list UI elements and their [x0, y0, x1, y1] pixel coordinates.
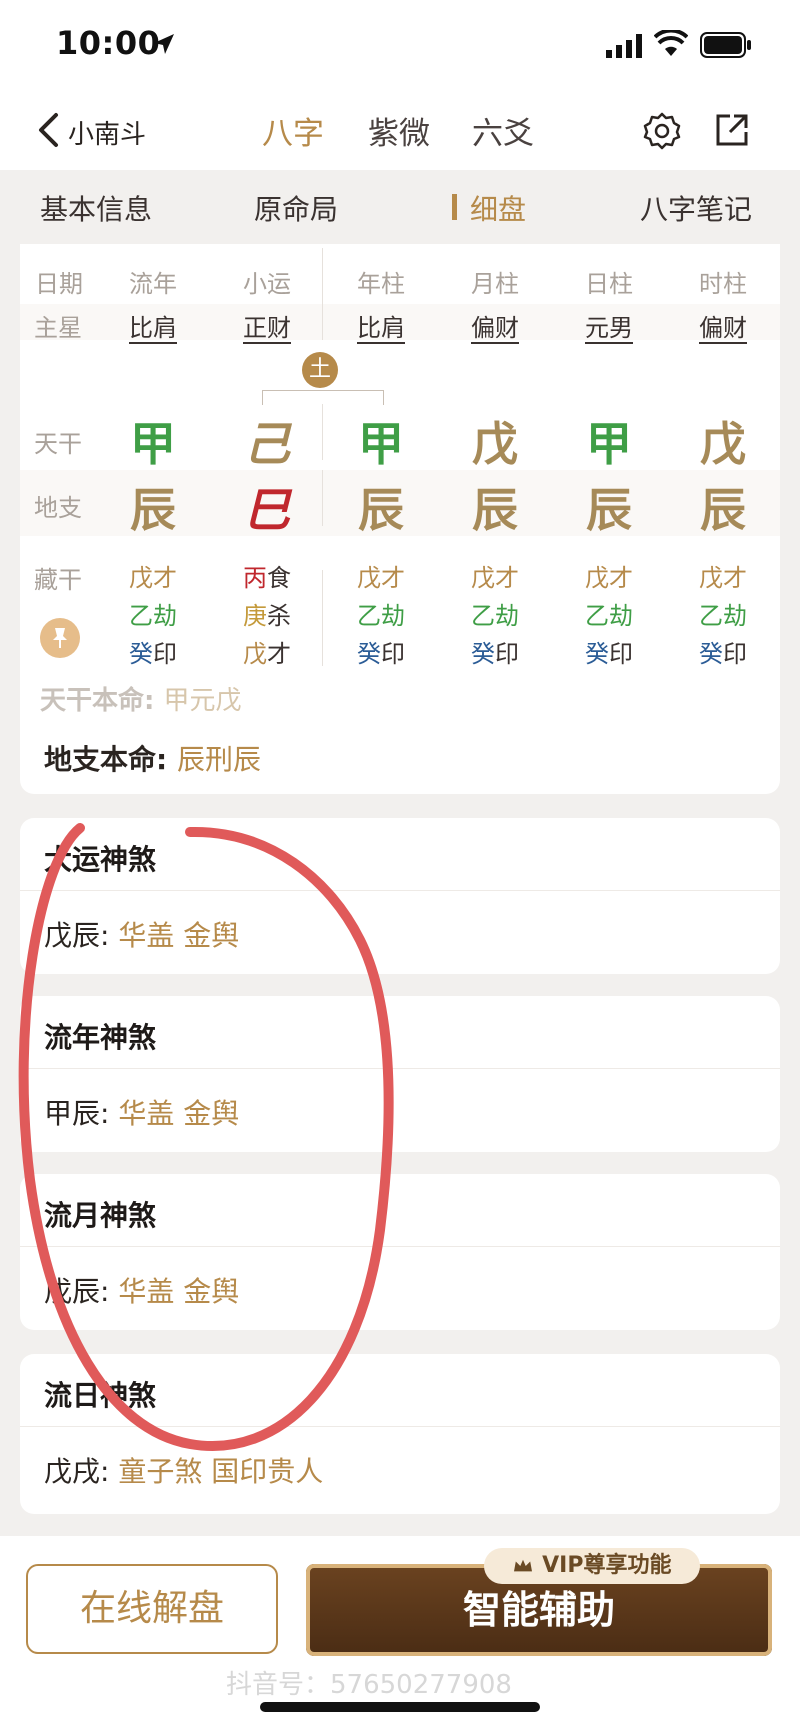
column-divider: [322, 404, 323, 460]
wifi-icon: [654, 30, 688, 56]
canggan-cell: 乙劫: [129, 602, 177, 630]
column-divider: [322, 570, 323, 666]
shensha-row: 戊辰: 华盖 金舆: [44, 1275, 240, 1308]
canggan-cell: 乙劫: [699, 602, 747, 630]
card-title: 流年神煞: [44, 1021, 157, 1054]
battery-icon: [700, 32, 751, 58]
online-reading-button[interactable]: 在线解盘: [26, 1564, 278, 1654]
subtab-basic-info[interactable]: 基本信息: [40, 188, 152, 228]
column-divider: [322, 470, 323, 526]
header-month-pillar: 月柱: [471, 270, 519, 298]
canggan-cell: 癸印: [129, 640, 177, 668]
tab-ziwei[interactable]: 紫微: [368, 108, 430, 153]
row-label-tiangan: 天干: [34, 430, 82, 458]
status-time: 10:00: [56, 24, 161, 62]
canggan-cell: 庚杀: [243, 602, 291, 630]
share-icon[interactable]: [712, 110, 752, 150]
back-button-label[interactable]: 小南斗: [68, 114, 146, 151]
header-hour-pillar: 时柱: [699, 270, 747, 298]
star-cell[interactable]: 偏财: [678, 308, 768, 343]
dizhi-cell: 辰: [700, 483, 746, 537]
shensha-row: 甲辰: 华盖 金舆: [44, 1097, 240, 1130]
element-badge: 土: [302, 352, 338, 388]
star-cell[interactable]: 元男: [564, 308, 654, 343]
star-cell[interactable]: 比肩: [108, 308, 198, 343]
canggan-cell: 戊才: [129, 564, 177, 592]
card-divider: [20, 1068, 780, 1069]
shensha-row: 戊戌: 童子煞 国印贵人: [44, 1455, 324, 1488]
canggan-cell: 戊才: [243, 640, 291, 668]
shensha-card-dayun: 大运神煞 戊辰: 华盖 金舆: [20, 818, 780, 974]
dizhi-cell: 辰: [586, 483, 632, 537]
gear-icon[interactable]: [642, 110, 682, 150]
header-liunian: 流年: [129, 270, 177, 298]
tab-liuyao[interactable]: 六爻: [472, 108, 534, 153]
bracket-connector: [262, 390, 384, 405]
card-title: 流日神煞: [44, 1379, 157, 1412]
star-cell[interactable]: 偏财: [450, 308, 540, 343]
pin-icon: [53, 628, 67, 648]
dizhi-cell: 巳: [244, 483, 290, 537]
card-divider: [20, 1246, 780, 1247]
tiangan-cell: 戊: [700, 417, 746, 471]
canggan-cell: 戊才: [471, 564, 519, 592]
dizhi-cell: 辰: [472, 483, 518, 537]
crown-icon: [514, 1559, 533, 1572]
chevron-left-icon[interactable]: [36, 112, 60, 148]
card-divider: [20, 890, 780, 891]
canggan-cell: 癸印: [357, 640, 405, 668]
top-navigation: 小南斗 八字 紫微 六爻: [0, 90, 800, 170]
row-label-star: 主星: [34, 314, 82, 342]
subtab-natal-chart[interactable]: 原命局: [254, 188, 338, 228]
tiangan-cell: 甲: [586, 417, 632, 471]
subtab-detail-chart[interactable]: 细盘: [470, 188, 526, 228]
canggan-cell: 戊才: [357, 564, 405, 592]
tiangan-benming-line: 天干本命: 甲元戊: [40, 686, 242, 716]
douyin-watermark: 抖音号：57650277908: [226, 1670, 512, 1700]
shensha-card-liuyue: 流月神煞 戊辰: 华盖 金舆: [20, 1174, 780, 1330]
dizhi-benming-line: 地支本命: 辰刑辰: [44, 743, 261, 776]
header-date: 日期: [35, 270, 83, 298]
canggan-cell: 癸印: [699, 640, 747, 668]
pin-button[interactable]: [40, 618, 80, 658]
canggan-cell: 戊才: [585, 564, 633, 592]
canggan-cell: 癸印: [585, 640, 633, 668]
star-cell[interactable]: 比肩: [336, 308, 426, 343]
tiangan-cell: 己: [244, 417, 290, 471]
header-day-pillar: 日柱: [585, 270, 633, 298]
location-arrow-icon: [154, 34, 174, 54]
star-cell[interactable]: 正财: [222, 308, 312, 343]
home-indicator: [260, 1702, 540, 1712]
dizhi-cell: 辰: [358, 483, 404, 537]
tab-bazi[interactable]: 八字: [262, 108, 324, 153]
shensha-card-liuri: 流日神煞 戊戌: 童子煞 国印贵人: [20, 1354, 780, 1514]
tiangan-cell: 戊: [472, 417, 518, 471]
card-divider: [20, 1426, 780, 1427]
dizhi-cell: 辰: [130, 483, 176, 537]
row-label-canggan: 藏干: [34, 566, 82, 594]
card-title: 大运神煞: [44, 843, 157, 876]
canggan-cell: 丙食: [243, 564, 291, 592]
tiangan-cell: 甲: [358, 417, 404, 471]
shensha-card-liunian: 流年神煞 甲辰: 华盖 金舆: [20, 996, 780, 1152]
canggan-cell: 戊才: [699, 564, 747, 592]
shensha-row: 戊辰: 华盖 金舆: [44, 919, 240, 952]
header-xiaoyun: 小运: [243, 270, 291, 298]
column-divider: [322, 248, 323, 340]
sub-tabs: 基本信息 原命局 细盘 八字笔记: [0, 170, 800, 242]
cellular-signal-icon: [606, 34, 642, 58]
header-year-pillar: 年柱: [357, 270, 405, 298]
tiangan-cell: 甲: [130, 417, 176, 471]
canggan-cell: 乙劫: [585, 602, 633, 630]
canggan-cell: 癸印: [471, 640, 519, 668]
status-bar: 10:00: [0, 0, 800, 90]
card-title: 流月神煞: [44, 1199, 157, 1232]
row-label-dizhi: 地支: [34, 494, 82, 522]
canggan-cell: 乙劫: [471, 602, 519, 630]
vip-badge: VIP尊享功能: [484, 1548, 700, 1584]
active-tab-indicator: [452, 194, 457, 220]
canggan-cell: 乙劫: [357, 602, 405, 630]
subtab-bazi-notes[interactable]: 八字笔记: [640, 188, 752, 228]
